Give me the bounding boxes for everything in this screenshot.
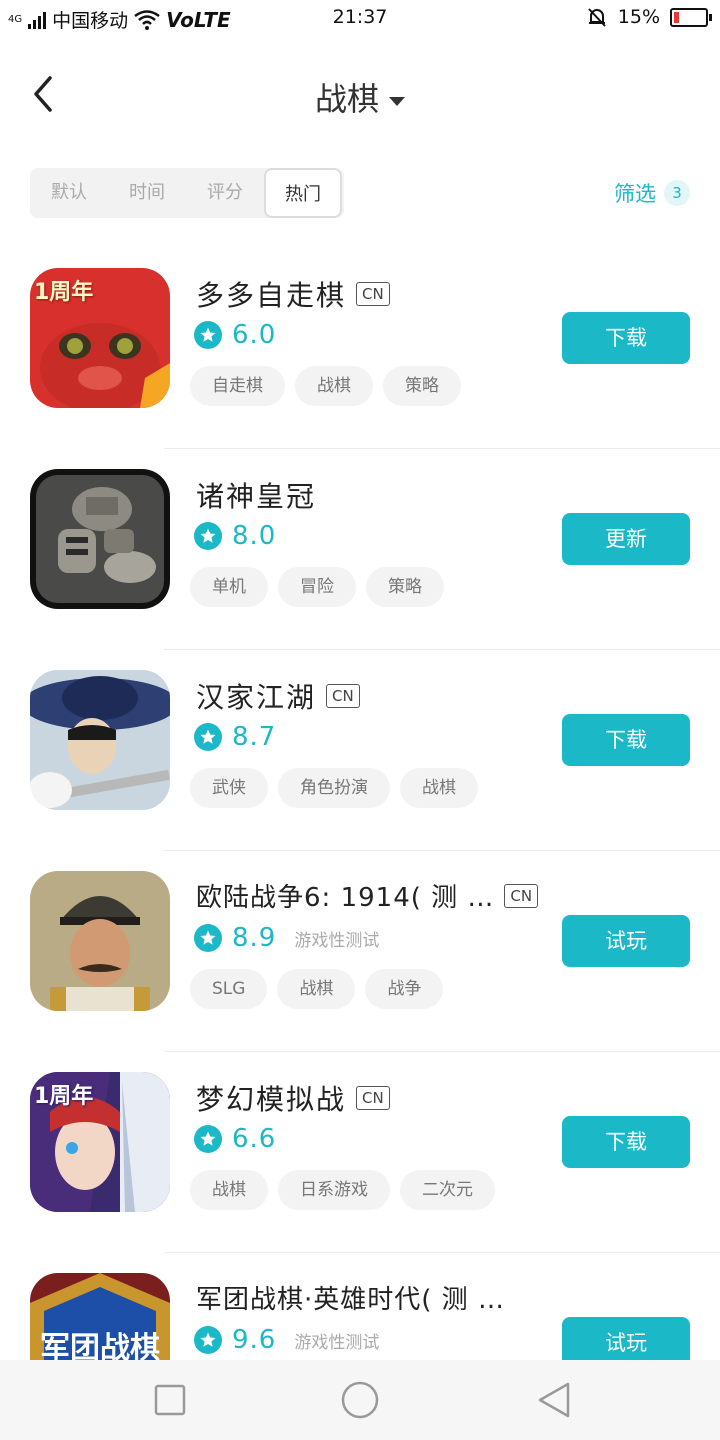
sort-tab-time[interactable]: 时间	[108, 168, 186, 218]
app-name[interactable]: 梦幻模拟战	[196, 1078, 346, 1118]
test-label: 游戏性测试	[294, 1332, 380, 1353]
app-score: 8.7	[232, 722, 277, 752]
app-title-row: 军团战棋·英雄时代( 测 …	[196, 1279, 505, 1316]
app-name[interactable]: 多多自走棋	[196, 274, 346, 314]
tag[interactable]: 策略	[366, 567, 444, 607]
circle-icon	[341, 1381, 379, 1419]
tag[interactable]: 冒险	[278, 567, 356, 607]
filter-label: 筛选	[614, 182, 656, 206]
list-item[interactable]: 欧陆战争6: 1914( 测 … CN 8.9 游戏性测试 SLG 战棋 战争 …	[0, 851, 720, 1052]
download-button[interactable]: 下载	[562, 714, 690, 766]
region-badge: CN	[326, 684, 360, 708]
app-title-row: 诸神皇冠	[196, 475, 316, 515]
tag-list: SLG 战棋 战争	[190, 969, 444, 1009]
recents-button[interactable]	[150, 1380, 190, 1420]
battery-level	[674, 11, 679, 23]
region-badge: CN	[356, 1086, 390, 1110]
tag[interactable]: 战棋	[190, 1170, 268, 1210]
rating-row: 8.0	[194, 521, 276, 551]
category-dropdown[interactable]: 战棋	[0, 74, 720, 120]
star-icon	[194, 522, 222, 550]
rating-row: 6.6	[194, 1124, 276, 1154]
tag-list: 战棋 日系游戏 二次元	[190, 1170, 495, 1210]
list-item[interactable]: 诸神皇冠 8.0 单机 冒险 策略 更新	[0, 449, 720, 650]
download-button[interactable]: 下载	[562, 312, 690, 364]
square-icon	[154, 1384, 186, 1416]
update-button[interactable]: 更新	[562, 513, 690, 565]
tag[interactable]: 二次元	[400, 1170, 495, 1210]
trial-button[interactable]: 试玩	[562, 915, 690, 967]
rating-row: 6.0	[194, 320, 276, 350]
rating-row: 8.9 游戏性测试	[194, 923, 379, 953]
list-item[interactable]: 汉家江湖 CN 8.7 武侠 角色扮演 战棋 下载	[0, 650, 720, 851]
app-score: 8.0	[232, 521, 277, 551]
header: 战棋	[0, 56, 720, 136]
sort-tab-popular[interactable]: 热门	[264, 168, 342, 218]
star-icon	[194, 1326, 222, 1354]
app-name[interactable]: 军团战棋·英雄时代( 测 …	[196, 1279, 505, 1316]
app-icon-hanjia[interactable]	[30, 670, 170, 810]
download-button[interactable]: 下载	[562, 1116, 690, 1168]
app-title-row: 梦幻模拟战 CN	[196, 1078, 390, 1118]
tag[interactable]: SLG	[190, 969, 268, 1009]
tag-list: 单机 冒险 策略	[190, 567, 444, 607]
app-icon-zhushen[interactable]	[30, 469, 170, 609]
tag[interactable]: 自走棋	[190, 366, 285, 406]
app-score: 9.6	[232, 1325, 277, 1355]
battery-percent: 15%	[617, 6, 660, 28]
app-name[interactable]: 汉家江湖	[196, 676, 316, 716]
tag[interactable]: 战棋	[295, 366, 373, 406]
tag[interactable]: 单机	[190, 567, 268, 607]
tag[interactable]: 武侠	[190, 768, 268, 808]
app-title-row: 汉家江湖 CN	[196, 676, 360, 716]
system-nav-bar	[0, 1360, 720, 1440]
sort-tab-rating[interactable]: 评分	[186, 168, 264, 218]
sort-tab-default[interactable]: 默认	[30, 168, 108, 218]
battery-icon	[670, 7, 712, 27]
tag[interactable]: 战棋	[400, 768, 478, 808]
app-icon-oulu[interactable]	[30, 871, 170, 1011]
app-score: 6.6	[232, 1124, 277, 1154]
list-item[interactable]: 1周年 梦幻模拟战 CN 6.6 战棋 日系游戏 二次元 下载	[0, 1052, 720, 1253]
filter-count-badge: 3	[664, 180, 690, 206]
page-title: 战棋	[314, 80, 379, 118]
triangle-back-icon	[538, 1382, 570, 1418]
status-bar: 4G 中国移动 VoLTE 21:37 15%	[0, 0, 720, 36]
tag[interactable]: 角色扮演	[278, 768, 390, 808]
rating-row: 9.6 游戏性测试	[194, 1325, 379, 1355]
tag[interactable]: 日系游戏	[278, 1170, 390, 1210]
star-icon	[194, 1125, 222, 1153]
region-badge: CN	[356, 282, 390, 306]
home-button[interactable]	[340, 1380, 380, 1420]
app-icon-menghuan[interactable]: 1周年	[30, 1072, 170, 1212]
list-item[interactable]: 1周年 多多自走棋 CN 6.0 自走棋 战棋 策略 下载	[0, 248, 720, 449]
back-nav-button[interactable]	[534, 1380, 574, 1420]
tag[interactable]: 战棋	[277, 969, 356, 1009]
app-name[interactable]: 欧陆战争6: 1914( 测 …	[196, 877, 494, 914]
mute-bell-icon	[588, 8, 606, 27]
tag-list: 自走棋 战棋 策略	[190, 366, 461, 406]
rating-row: 8.7	[194, 722, 276, 752]
app-icon-label: 1周年	[34, 280, 94, 305]
filter-button[interactable]: 筛选 3	[614, 178, 690, 208]
region-badge: CN	[504, 883, 539, 908]
app-score: 6.0	[232, 320, 277, 350]
tag[interactable]: 策略	[383, 366, 461, 406]
star-icon	[194, 723, 222, 751]
star-icon	[194, 924, 222, 952]
app-name[interactable]: 诸神皇冠	[196, 475, 316, 515]
app-title-row: 多多自走棋 CN	[196, 274, 390, 314]
star-icon	[194, 321, 222, 349]
tag[interactable]: 战争	[365, 969, 444, 1009]
app-list: 1周年 多多自走棋 CN 6.0 自走棋 战棋 策略 下载 诸神皇冠 8.0 单…	[0, 248, 720, 1440]
app-score: 8.9	[232, 923, 277, 953]
status-right: 15%	[586, 6, 712, 28]
app-title-row: 欧陆战争6: 1914( 测 … CN	[196, 877, 539, 914]
dropdown-caret-icon	[389, 96, 405, 106]
sort-tabs: 默认 时间 评分 热门	[30, 168, 344, 218]
app-icon-label: 1周年	[34, 1084, 94, 1109]
test-label: 游戏性测试	[294, 930, 380, 951]
tag-list: 武侠 角色扮演 战棋	[190, 768, 478, 808]
app-icon-duoduo[interactable]: 1周年	[30, 268, 170, 408]
